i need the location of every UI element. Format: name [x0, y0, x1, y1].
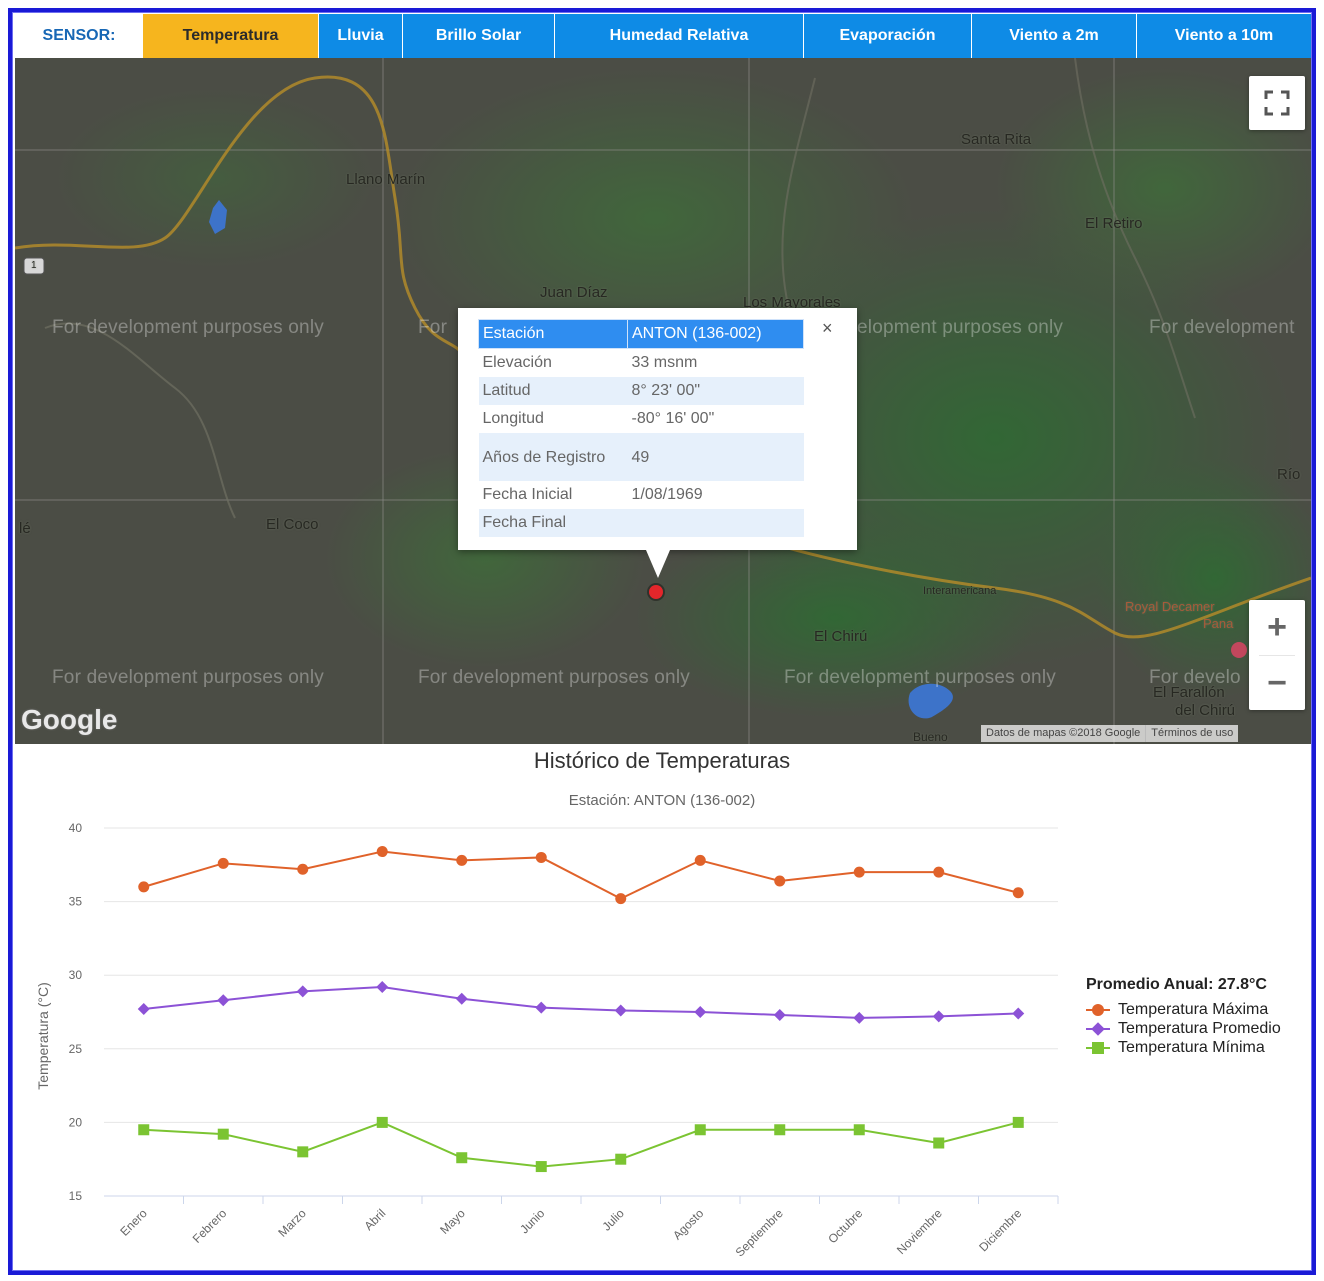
place-panama: Pana [1203, 616, 1234, 631]
legend-symbol-avg [1086, 1021, 1110, 1036]
chart-title: Histórico de Temperaturas [533, 748, 791, 773]
map-attribution: Datos de mapas ©2018 Google Términos de … [981, 725, 1239, 742]
fullscreen-button[interactable] [1249, 76, 1305, 130]
info-row: Longitud -80° 16' 00" [479, 405, 804, 433]
info-key: Elevación [482, 354, 552, 371]
info-value: -80° 16' 00" [631, 410, 715, 427]
legend-label: Temperatura Mínima [1118, 1038, 1265, 1056]
place-llano-marin: Llano Marín [346, 171, 426, 188]
legend-item-avg[interactable]: Temperatura Promedio [1086, 1019, 1281, 1038]
legend-label: Temperatura Máxima [1118, 1000, 1269, 1018]
info-value [627, 509, 804, 537]
sensor-label: SENSOR: [15, 14, 143, 58]
info-key: Fecha Final [478, 509, 628, 537]
place-el-coco: El Coco [266, 516, 319, 533]
dev-watermark: For development purposes only [52, 317, 324, 338]
info-key: Años de Registro [478, 433, 628, 481]
tab-viento-2m[interactable]: Viento a 2m [972, 14, 1137, 58]
dev-watermark: For develo [1149, 667, 1241, 688]
tab-viento-10m[interactable]: Viento a 10m [1137, 14, 1311, 58]
zoom-control: + − [1249, 600, 1305, 710]
dev-watermark: For [418, 317, 448, 338]
google-logo[interactable]: Google [21, 704, 117, 736]
legend-item-min[interactable]: Temperatura Mínima [1086, 1038, 1281, 1057]
tab-brillo-solar[interactable]: Brillo Solar [403, 14, 555, 58]
chart-legend: Promedio Anual: 27.8°C Temperatura Máxim… [1086, 976, 1281, 1057]
map-view[interactable]: Santa Rita Llano Marín El Retiro Juan Dí… [15, 58, 1311, 744]
dev-watermark: For development [1149, 317, 1295, 338]
attribution-data: Datos de mapas ©2018 Google [986, 727, 1141, 739]
legend-item-max[interactable]: Temperatura Máxima [1086, 1000, 1281, 1019]
tab-lluvia[interactable]: Lluvia [319, 14, 403, 58]
info-row: Latitud 8° 23' 00" [478, 377, 804, 405]
info-key: Latitud [478, 377, 628, 405]
place-del-chiru: del Chirú [1175, 702, 1236, 719]
legend-symbol-max [1086, 1003, 1110, 1017]
zoom-out-button[interactable]: − [1249, 656, 1305, 711]
terms-link[interactable]: Términos de uso [1145, 725, 1238, 742]
info-key: Estación [478, 319, 628, 349]
info-value: 49 [627, 433, 804, 481]
zoom-in-button[interactable]: + [1249, 600, 1305, 655]
info-row: Estación ANTON (136-002) [478, 319, 804, 349]
place-le: lé [19, 520, 31, 537]
info-window-pointer [646, 550, 670, 578]
route-1-label: 1 [31, 260, 37, 271]
station-marker[interactable] [649, 585, 663, 599]
tab-humedad-relativa[interactable]: Humedad Relativa [555, 14, 804, 58]
tab-temperatura[interactable]: Temperatura [143, 14, 319, 58]
place-el-chiru: El Chirú [814, 628, 868, 645]
place-royal-decameron: Royal Decamer [1125, 599, 1215, 614]
place-santa-rita: Santa Rita [961, 131, 1032, 148]
dev-watermark: elopment purposes only [857, 317, 1064, 338]
info-row: Elevación 33 msnm [479, 349, 804, 378]
dev-watermark: For development purposes only [52, 667, 324, 688]
legend-label: Temperatura Promedio [1118, 1019, 1281, 1037]
place-juan-diaz: Juan Díaz [540, 284, 608, 301]
fullscreen-icon [1264, 90, 1290, 116]
legend-symbol-min [1086, 1041, 1110, 1055]
info-value: 33 msnm [631, 354, 698, 371]
info-row: Años de Registro 49 [478, 433, 804, 481]
chart-subtitle: Estación: ANTON (136-002) [568, 792, 756, 809]
info-row: Fecha Final [478, 509, 804, 537]
dev-watermark: For development purposes only [784, 667, 1056, 688]
info-key: Fecha Inicial [482, 486, 573, 503]
info-row: Fecha Inicial 1/08/1969 [479, 481, 804, 509]
place-interamericana: Interamericana [923, 585, 997, 597]
info-value: ANTON (136-002) [627, 319, 804, 349]
station-info-table: Estación ANTON (136-002) Elevación 33 ms… [478, 319, 804, 537]
info-value: 8° 23' 00" [627, 377, 804, 405]
info-key: Longitud [482, 410, 544, 427]
close-info-button[interactable]: × [822, 318, 833, 339]
info-value: 1/08/1969 [631, 486, 703, 503]
station-info-window: × Estación ANTON (136-002) Elevación 33 … [458, 308, 857, 578]
place-el-retiro: El Retiro [1085, 215, 1143, 232]
dev-watermark: For development purposes only [418, 667, 690, 688]
sensor-tab-bar: SENSOR: Temperatura Lluvia Brillo Solar … [15, 14, 1311, 58]
place-rio: Río [1277, 466, 1301, 483]
place-bueno: Bueno [913, 730, 948, 744]
tab-evaporacion[interactable]: Evaporación [804, 14, 972, 58]
legend-title: Promedio Anual: 27.8°C [1086, 976, 1267, 993]
